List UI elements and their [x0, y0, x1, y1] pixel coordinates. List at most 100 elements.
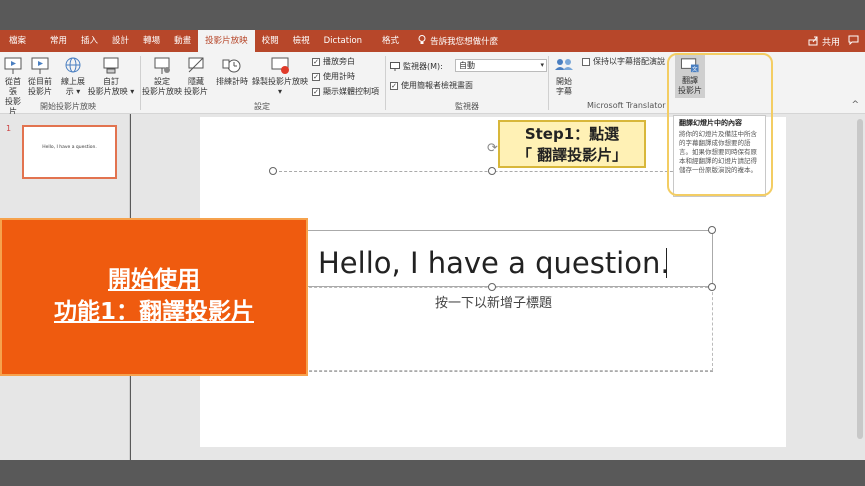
tab-home[interactable]: 常用	[43, 30, 74, 52]
tab-format[interactable]: 格式	[375, 30, 406, 52]
unchecked-box	[582, 57, 590, 66]
checkmark-icon: ✓	[312, 87, 320, 96]
show-media-controls-checkbox[interactable]: ✓ 顯示媒體控制項	[312, 86, 379, 97]
hide-l2: 投影片	[184, 87, 208, 96]
chevron-down-icon: ▾	[540, 61, 544, 69]
step1-line1: Step1：點選	[524, 125, 620, 143]
people-icon	[555, 59, 573, 70]
play-narrations-label: 播放旁白	[323, 57, 355, 66]
setup-slideshow-icon	[154, 57, 170, 74]
ribbon-tabbar: 檔案 常用 插入 設計 轉場 動畫 投影片放映 校閱 檢視 Dictation …	[0, 30, 865, 52]
heading-line2: 功能1：翻譯投影片	[53, 299, 254, 325]
rehearse-timings-button[interactable]: 排練計時	[214, 56, 250, 87]
start-subtitles-button[interactable]: 開始 字幕	[551, 56, 577, 97]
placeholder-outline	[274, 371, 713, 372]
monitor-label: 監視器(M):	[390, 61, 443, 72]
setup-slideshow-button[interactable]: 設定 投影片放映	[141, 56, 183, 97]
vertical-scrollbar[interactable]	[856, 114, 865, 460]
monitor-dropdown[interactable]: 自動 ▾	[455, 59, 547, 72]
from-current-l2: 投影片	[28, 87, 52, 96]
slide-subtitle-placeholder[interactable]: 按一下以新增子標題	[274, 292, 713, 311]
feature-heading-box: 開始使用 功能1：翻譯投影片	[0, 218, 308, 376]
monitor-dropdown-value: 自動	[459, 61, 475, 70]
tab-view[interactable]: 檢視	[286, 30, 317, 52]
thumbnail-text: Hello, I have a question.	[42, 145, 97, 150]
monitor-label-text: 監視器(M):	[403, 62, 443, 71]
custom-l2: 投影片放映 ▾	[87, 87, 135, 96]
tab-transitions[interactable]: 轉場	[136, 30, 167, 52]
show-media-controls-label: 顯示媒體控制項	[323, 87, 379, 96]
keep-sync-label: 保持以字幕搭配演說	[593, 57, 665, 66]
slide-thumbnail[interactable]: Hello, I have a question.	[22, 125, 117, 179]
heading-line1: 開始使用	[108, 267, 200, 293]
globe-icon	[65, 57, 81, 73]
presenter-view-checkbox[interactable]: ✓ 使用簡報者檢視畫面	[390, 80, 473, 91]
resize-handle[interactable]	[269, 167, 277, 175]
hide-slide-button[interactable]: 隱藏 投影片	[183, 56, 209, 97]
custom-slideshow-button[interactable]: 自訂 投影片放映 ▾	[86, 56, 136, 97]
checkmark-icon: ✓	[390, 81, 398, 90]
use-timings-checkbox[interactable]: ✓ 使用計時	[312, 71, 355, 82]
tab-dictation[interactable]: Dictation	[317, 30, 369, 52]
tab-file[interactable]: 檔案	[0, 30, 33, 52]
window-top-strip	[0, 0, 865, 30]
from-current-button[interactable]: 從目前 投影片	[27, 56, 53, 97]
scroll-thumb[interactable]	[857, 119, 863, 439]
custom-slideshow-icon	[103, 57, 119, 74]
step1-line2: 「 翻譯投影片」	[516, 146, 628, 164]
tab-review[interactable]: 校閱	[255, 30, 286, 52]
translate-button-highlight	[667, 53, 773, 196]
slide-title[interactable]: Hello, I have a question.	[318, 246, 670, 280]
status-bar	[0, 460, 865, 486]
presenter-view-label: 使用簡報者檢視畫面	[401, 81, 473, 90]
rotate-handle-icon[interactable]: ⟳	[487, 141, 498, 156]
clock-icon	[222, 59, 241, 73]
resize-handle[interactable]	[708, 226, 716, 234]
checkmark-icon: ✓	[312, 57, 320, 66]
tab-animations[interactable]: 動畫	[167, 30, 198, 52]
collapse-ribbon-icon[interactable]: ^	[851, 100, 859, 110]
tabbar-right: 共用	[808, 30, 859, 52]
slideshow-start-icon	[4, 57, 22, 74]
share-icon	[808, 36, 818, 46]
record-icon	[271, 57, 289, 74]
thumbnail-number: 1	[6, 124, 12, 133]
step1-callout: Step1：點選 「 翻譯投影片」	[498, 120, 646, 168]
resize-handle[interactable]	[488, 283, 496, 291]
record-l2: ▾	[277, 87, 282, 96]
hide-l1: 隱藏	[188, 77, 204, 86]
subtitles-l1: 開始	[556, 77, 572, 86]
rehearse-l1: 排練計時	[216, 77, 248, 86]
record-l1: 錄製投影片放映	[252, 77, 308, 86]
lightbulb-icon	[418, 34, 426, 48]
tell-me-search[interactable]: 告訴我您想做什麼	[418, 34, 498, 48]
online-l1: 線上展	[61, 77, 85, 86]
group-separator	[548, 56, 549, 110]
group-separator	[385, 56, 386, 110]
tab-insert[interactable]: 插入	[74, 30, 105, 52]
share-button[interactable]: 共用	[808, 35, 840, 48]
record-slideshow-button[interactable]: 錄製投影片放映 ▾	[251, 56, 309, 97]
group-label-start: 開始投影片放映	[40, 102, 96, 111]
present-online-button[interactable]: 線上展 示 ▾	[60, 56, 86, 97]
text-cursor	[666, 248, 667, 278]
comments-icon[interactable]	[848, 35, 859, 48]
group-label-monitors: 監視器	[455, 102, 479, 111]
tab-design[interactable]: 設計	[105, 30, 136, 52]
hide-slide-icon	[188, 57, 204, 73]
from-beginning-button[interactable]: 從首張 投影片	[2, 56, 24, 117]
use-timings-label: 使用計時	[323, 72, 355, 81]
tab-slideshow[interactable]: 投影片放映	[198, 30, 255, 52]
share-label: 共用	[821, 37, 840, 48]
setup-l2: 投影片放映	[142, 87, 182, 96]
custom-l1: 自訂	[103, 77, 119, 86]
resize-handle[interactable]	[708, 283, 716, 291]
resize-handle[interactable]	[488, 167, 496, 175]
monitor-icon	[390, 62, 400, 71]
play-narrations-checkbox[interactable]: ✓ 播放旁白	[312, 56, 355, 67]
keep-sync-checkbox[interactable]: 保持以字幕搭配演說	[582, 56, 665, 67]
slideshow-current-icon	[31, 57, 49, 74]
group-label-setup: 設定	[254, 102, 270, 111]
subtitles-l2: 字幕	[556, 87, 572, 96]
setup-l1: 設定	[154, 77, 170, 86]
